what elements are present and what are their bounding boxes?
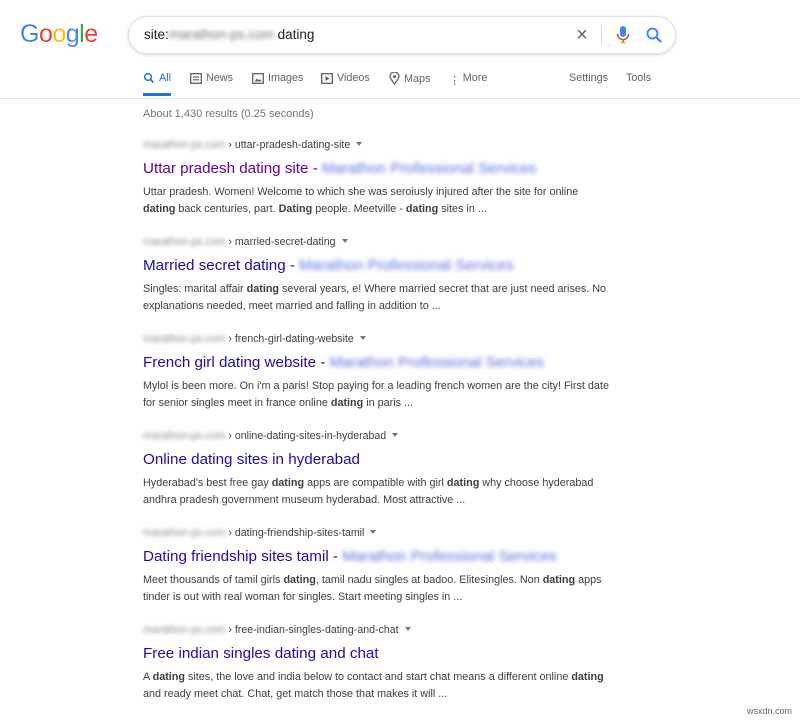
result-breadcrumb[interactable]: marathon-ps.com › married-secret-dating — [143, 236, 623, 250]
result-title: Uttar pradesh dating site - — [143, 160, 322, 177]
close-icon[interactable]: × — [572, 25, 592, 45]
search-result: marathon-ps.com › married-secret-dating M… — [143, 236, 623, 314]
tab-more[interactable]: ⋮ More — [449, 72, 487, 96]
image-icon — [252, 73, 264, 87]
tab-all[interactable]: All — [143, 72, 171, 96]
result-domain-redacted: marathon-ps.com — [143, 430, 226, 442]
tools-link[interactable]: Tools — [626, 72, 651, 96]
result-domain-redacted: marathon-ps.com — [143, 236, 226, 248]
search-result: marathon-ps.com › uttar-pradesh-dating-s… — [143, 139, 623, 217]
search-icon[interactable] — [643, 23, 665, 47]
result-breadcrumb[interactable]: marathon-ps.com › french-girl-dating-web… — [143, 333, 623, 347]
result-snippet: Mylol is been more. On i'm a paris! Stop… — [143, 380, 609, 409]
query-prefix: site: — [144, 27, 169, 42]
chevron-down-icon[interactable] — [404, 627, 411, 631]
result-title-link[interactable]: Married secret dating - Marathon Profess… — [143, 256, 623, 275]
tab-news[interactable]: News — [190, 72, 233, 96]
result-title-link[interactable]: French girl dating website - Marathon Pr… — [143, 353, 623, 372]
chevron-down-icon[interactable] — [359, 336, 366, 340]
result-path: › uttar-pradesh-dating-site — [225, 139, 351, 151]
search-result: marathon-ps.com › online-dating-sites-in… — [143, 430, 623, 508]
result-breadcrumb[interactable]: marathon-ps.com › online-dating-sites-in… — [143, 430, 623, 444]
result-title: Married secret dating - — [143, 257, 300, 274]
chevron-down-icon[interactable] — [356, 142, 363, 146]
search-input[interactable]: site:marathon-ps.com dating — [144, 27, 314, 42]
video-icon — [321, 73, 333, 87]
result-domain-redacted: marathon-ps.com — [143, 139, 226, 151]
search-result: marathon-ps.com › free-indian-singles-da… — [143, 624, 623, 702]
result-path: › free-indian-singles-dating-and-chat — [225, 624, 399, 636]
result-title-link[interactable]: Uttar pradesh dating site - Marathon Pro… — [143, 159, 623, 178]
search-divider — [601, 26, 602, 45]
chevron-down-icon[interactable] — [370, 530, 377, 534]
result-site-redacted: Marathon Professional Services — [329, 354, 544, 371]
search-box[interactable]: site:marathon-ps.com dating × — [128, 16, 676, 54]
result-site-redacted: Marathon Professional Services — [299, 257, 514, 274]
result-path: › french-girl-dating-website — [225, 333, 354, 345]
result-path: › married-secret-dating — [225, 236, 336, 248]
result-path: › dating-friendship-sites-tamil — [225, 527, 365, 539]
result-title-link[interactable]: Dating friendship sites tamil - Marathon… — [143, 547, 623, 566]
watermark: wsxdn.com — [746, 706, 792, 716]
map-pin-icon — [389, 71, 400, 88]
chevron-down-icon[interactable] — [341, 239, 348, 243]
google-logo[interactable]: Google — [20, 20, 98, 49]
result-snippet: A dating sites, the love and india below… — [143, 671, 604, 700]
result-domain-redacted: marathon-ps.com — [143, 333, 226, 345]
result-snippet: Singles: marital affair dating several y… — [143, 283, 607, 312]
result-title: French girl dating website - — [143, 354, 330, 371]
tab-videos[interactable]: Videos — [321, 72, 370, 96]
result-snippet: Hyderabad's best free gay dating apps ar… — [143, 477, 594, 506]
result-title-link[interactable]: Free indian singles dating and chat — [143, 644, 623, 663]
result-stats: About 1,430 results (0.25 seconds) — [143, 108, 314, 120]
news-icon — [190, 73, 202, 87]
result-snippet: Uttar pradesh. Women! Welcome to which s… — [143, 186, 579, 215]
result-title-link[interactable]: Online dating sites in hyderabad — [143, 450, 623, 469]
query-domain-redacted: marathon-ps.com — [168, 27, 274, 42]
search-result: marathon-ps.com › french-girl-dating-web… — [143, 333, 623, 411]
tab-maps[interactable]: Maps — [389, 71, 430, 96]
header: Google site:marathon-ps.com dating × All… — [0, 0, 800, 99]
microphone-icon[interactable] — [612, 23, 634, 47]
result-title: Free indian singles dating and chat — [143, 645, 379, 662]
result-domain-redacted: marathon-ps.com — [143, 527, 226, 539]
result-domain-redacted: marathon-ps.com — [143, 624, 226, 636]
chevron-down-icon[interactable] — [392, 433, 399, 437]
result-snippet: Meet thousands of tamil girls dating, ta… — [143, 574, 602, 603]
result-site-redacted: Marathon Professional Services — [321, 160, 537, 177]
result-breadcrumb[interactable]: marathon-ps.com › uttar-pradesh-dating-s… — [143, 139, 623, 153]
result-site-redacted: Marathon Professional Services — [342, 548, 557, 565]
result-title: Dating friendship sites tamil - — [143, 548, 343, 565]
search-icon — [143, 72, 155, 87]
result-breadcrumb[interactable]: marathon-ps.com › free-indian-singles-da… — [143, 624, 623, 638]
tab-images[interactable]: Images — [252, 72, 303, 96]
settings-link[interactable]: Settings — [569, 72, 608, 96]
search-result: marathon-ps.com › dating-friendship-site… — [143, 527, 623, 605]
query-suffix: dating — [273, 27, 315, 42]
more-dots-icon: ⋮ — [449, 75, 460, 87]
result-breadcrumb[interactable]: marathon-ps.com › dating-friendship-site… — [143, 527, 623, 541]
result-path: › online-dating-sites-in-hyderabad — [225, 430, 387, 442]
result-title: Online dating sites in hyderabad — [143, 451, 360, 468]
